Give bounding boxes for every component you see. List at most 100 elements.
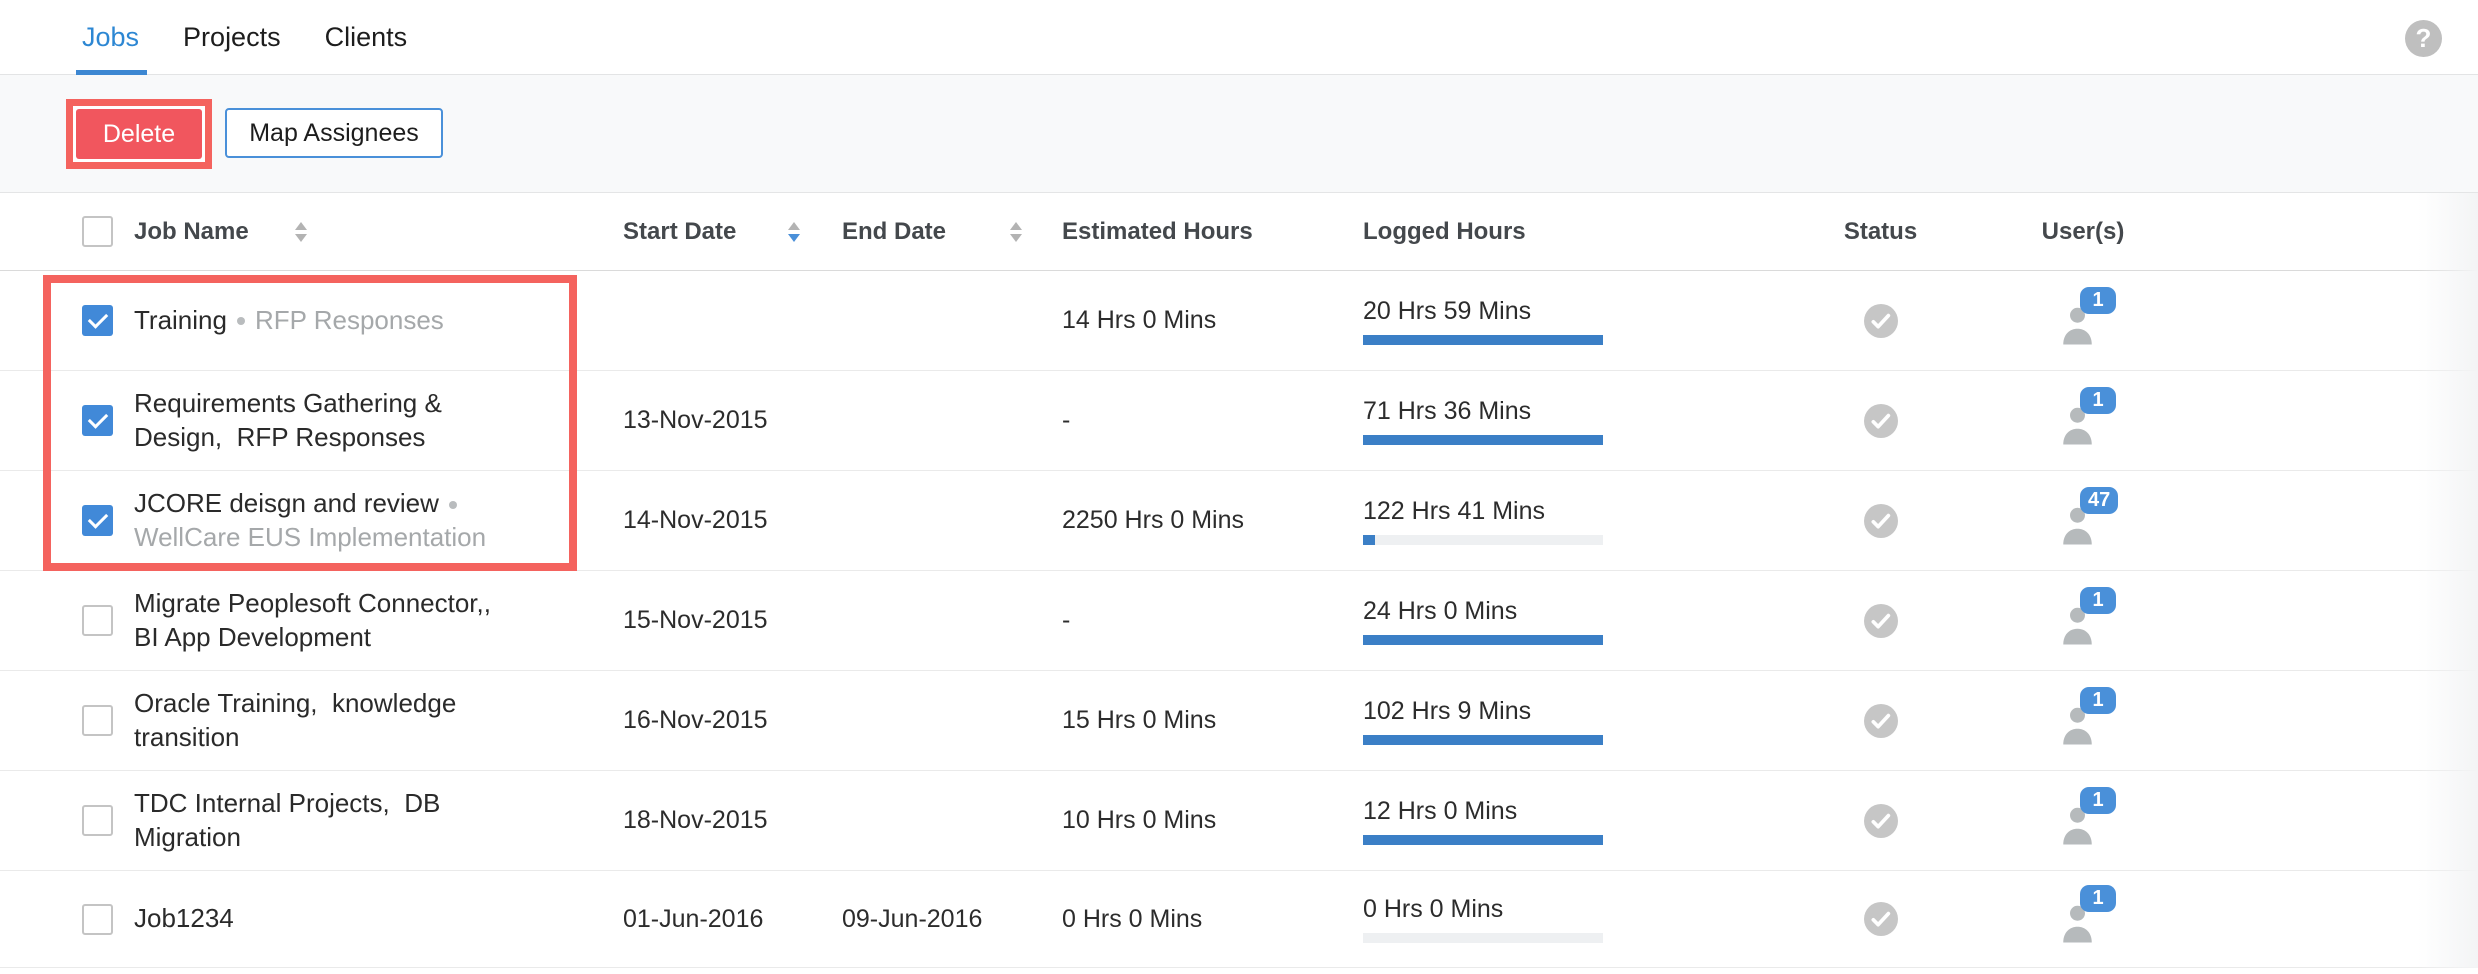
header-select-all [82,216,134,247]
sort-desc-icon[interactable] [1010,234,1022,242]
estimated-hours: 14 Hrs 0 Mins [1062,306,1363,335]
tab-clients-label: Clients [325,22,408,53]
sort-control-job-name[interactable] [295,222,307,242]
users-icon[interactable]: 47 [2061,497,2105,545]
separator-dot-icon [449,501,457,509]
job-name[interactable]: Oracle Training, knowledge transition [134,688,464,751]
status-check-icon [1864,504,1898,538]
logged-hours: 20 Hrs 59 Mins [1363,297,1603,345]
user-count-badge: 1 [2080,287,2116,314]
sort-asc-icon[interactable] [295,222,307,230]
row-checkbox[interactable] [82,705,113,736]
users-icon[interactable]: 1 [2061,697,2105,745]
job-name[interactable]: Job1234 [134,903,234,933]
header-job-name[interactable]: Job Name [134,218,623,246]
sort-asc-icon[interactable] [788,222,800,230]
sort-control-end-date[interactable] [1010,222,1022,242]
sort-desc-active-icon[interactable] [788,234,800,242]
progress-bar [1363,535,1603,545]
status-check-icon [1864,902,1898,936]
users-icon[interactable]: 1 [2061,397,2105,445]
header-start-date[interactable]: Start Date [623,218,842,246]
module-tabs: Jobs Projects Clients [82,0,451,75]
top-navigation-bar: Jobs Projects Clients ? [0,0,2478,75]
table-row: Job1234 01-Jun-2016 09-Jun-2016 0 Hrs 0 … [0,871,2478,968]
tab-projects[interactable]: Projects [183,0,281,75]
estimated-hours: - [1062,606,1363,635]
help-icon[interactable]: ? [2405,20,2442,57]
estimated-hours: 2250 Hrs 0 Mins [1062,506,1363,535]
status-check-icon [1864,804,1898,838]
status-check-icon [1864,704,1898,738]
map-assignees-button[interactable]: Map Assignees [225,108,443,158]
project-name: RFP Responses [255,305,444,335]
header-estimated-hours: Estimated Hours [1062,218,1363,246]
header-logged-hours: Logged Hours [1363,218,1783,246]
tab-jobs-label: Jobs [82,22,139,53]
user-count-badge: 1 [2080,387,2116,414]
table-row: Migrate Peoplesoft Connector,, BI App De… [0,571,2478,671]
table-row: Training RFP Responses 14 Hrs 0 Mins 20 H… [0,271,2478,371]
logged-hours: 122 Hrs 41 Mins [1363,497,1603,545]
start-date: 16-Nov-2015 [623,706,842,735]
select-all-checkbox[interactable] [82,216,113,247]
jobs-table: Job Name Start Date End Date [0,193,2478,968]
app-window: Jobs Projects Clients ? Delete Map Assig… [0,0,2478,974]
header-users: User(s) [1978,218,2188,246]
progress-bar [1363,435,1603,445]
user-count-badge: 1 [2080,885,2116,912]
table-row: Requirements Gathering & Design, RFP Res… [0,371,2478,471]
table-row: JCORE deisgn and review WellCare EUS Imp… [0,471,2478,571]
job-name[interactable]: Migrate Peoplesoft Connector,, BI App De… [134,588,505,651]
progress-bar [1363,335,1603,345]
table-header-row: Job Name Start Date End Date [0,193,2478,271]
logged-hours: 0 Hrs 0 Mins [1363,895,1603,943]
logged-hours: 71 Hrs 36 Mins [1363,397,1603,445]
status-check-icon [1864,304,1898,338]
user-count-badge: 1 [2080,587,2116,614]
tab-clients[interactable]: Clients [325,0,408,75]
header-status: Status [1783,218,1978,246]
start-date: 18-Nov-2015 [623,806,842,835]
row-checkbox[interactable] [82,505,113,536]
sort-control-start-date[interactable] [788,222,800,242]
row-checkbox[interactable] [82,904,113,935]
start-date: 15-Nov-2015 [623,606,842,635]
progress-bar [1363,933,1603,943]
estimated-hours: 0 Hrs 0 Mins [1062,905,1363,934]
users-icon[interactable]: 1 [2061,797,2105,845]
row-checkbox[interactable] [82,805,113,836]
highlight-box-delete-button: Delete [66,99,212,169]
progress-bar [1363,635,1603,645]
sort-asc-icon[interactable] [1010,222,1022,230]
user-count-badge: 47 [2080,487,2118,514]
row-checkbox[interactable] [82,605,113,636]
users-icon[interactable]: 1 [2061,297,2105,345]
users-icon[interactable]: 1 [2061,895,2105,943]
progress-bar [1363,835,1603,845]
tab-projects-label: Projects [183,22,281,53]
row-checkbox[interactable] [82,305,113,336]
logged-hours: 24 Hrs 0 Mins [1363,597,1603,645]
sort-desc-icon[interactable] [295,234,307,242]
tab-jobs[interactable]: Jobs [82,0,139,75]
estimated-hours: 10 Hrs 0 Mins [1062,806,1363,835]
delete-button[interactable]: Delete [76,109,202,159]
user-count-badge: 1 [2080,687,2116,714]
job-name[interactable]: JCORE deisgn and review [134,488,439,518]
user-count-badge: 1 [2080,787,2116,814]
table-row: TDC Internal Projects, DB Migration 18-N… [0,771,2478,871]
estimated-hours: - [1062,406,1363,435]
logged-hours: 102 Hrs 9 Mins [1363,697,1603,745]
separator-dot-icon [237,317,245,325]
project-name: WellCare EUS Implementation [134,522,486,552]
job-name[interactable]: Training [134,305,227,335]
job-name[interactable]: TDC Internal Projects, DB Migration [134,788,448,851]
header-end-date[interactable]: End Date [842,218,1062,246]
actions-toolbar: Delete Map Assignees [0,75,2478,193]
status-check-icon [1864,404,1898,438]
end-date: 09-Jun-2016 [842,905,1062,934]
job-name[interactable]: Requirements Gathering & Design, RFP Res… [134,388,449,451]
users-icon[interactable]: 1 [2061,597,2105,645]
row-checkbox[interactable] [82,405,113,436]
